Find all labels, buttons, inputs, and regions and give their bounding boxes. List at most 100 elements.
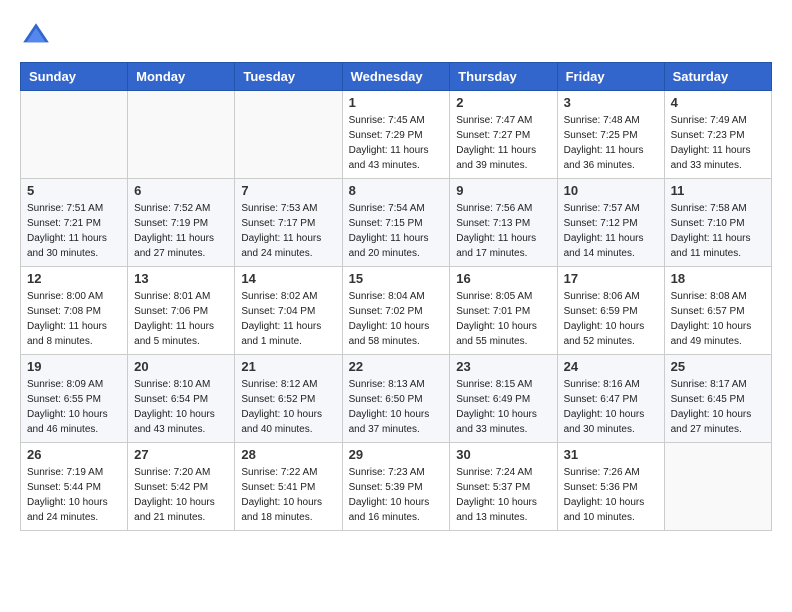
day-number: 26 (27, 447, 121, 462)
calendar-cell (664, 443, 771, 531)
calendar-cell: 10 Sunrise: 7:57 AM Sunset: 7:12 PM Dayli… (557, 179, 664, 267)
day-info: Sunrise: 8:02 AM Sunset: 7:04 PM Dayligh… (241, 289, 335, 349)
calendar-cell: 1 Sunrise: 7:45 AM Sunset: 7:29 PM Daylig… (342, 91, 450, 179)
calendar-body: 1 Sunrise: 7:45 AM Sunset: 7:29 PM Daylig… (21, 91, 772, 531)
day-info: Sunrise: 8:05 AM Sunset: 7:01 PM Dayligh… (456, 289, 550, 349)
day-info: Sunrise: 7:57 AM Sunset: 7:12 PM Dayligh… (564, 201, 658, 261)
logo-icon (20, 20, 52, 52)
day-info: Sunrise: 7:26 AM Sunset: 5:36 PM Dayligh… (564, 465, 658, 525)
day-number: 11 (671, 183, 765, 198)
day-number: 24 (564, 359, 658, 374)
calendar-cell: 13 Sunrise: 8:01 AM Sunset: 7:06 PM Dayli… (128, 267, 235, 355)
day-number: 23 (456, 359, 550, 374)
calendar-header-row: SundayMondayTuesdayWednesdayThursdayFrid… (21, 63, 772, 91)
day-number: 14 (241, 271, 335, 286)
day-info: Sunrise: 7:19 AM Sunset: 5:44 PM Dayligh… (27, 465, 121, 525)
calendar-week-row: 5 Sunrise: 7:51 AM Sunset: 7:21 PM Daylig… (21, 179, 772, 267)
day-number: 28 (241, 447, 335, 462)
day-number: 22 (349, 359, 444, 374)
day-info: Sunrise: 7:48 AM Sunset: 7:25 PM Dayligh… (564, 113, 658, 173)
calendar-cell: 17 Sunrise: 8:06 AM Sunset: 6:59 PM Dayli… (557, 267, 664, 355)
calendar-cell: 29Sunrise: 7:23 AM Sunset: 5:39 PM Dayli… (342, 443, 450, 531)
day-number: 16 (456, 271, 550, 286)
calendar-cell: 14 Sunrise: 8:02 AM Sunset: 7:04 PM Dayli… (235, 267, 342, 355)
page-header (20, 20, 772, 52)
day-info: Sunrise: 7:56 AM Sunset: 7:13 PM Dayligh… (456, 201, 550, 261)
day-number: 6 (134, 183, 228, 198)
calendar-cell (235, 91, 342, 179)
weekday-header: Monday (128, 63, 235, 91)
calendar-week-row: 1 Sunrise: 7:45 AM Sunset: 7:29 PM Daylig… (21, 91, 772, 179)
day-number: 27 (134, 447, 228, 462)
calendar-cell (21, 91, 128, 179)
day-info: Sunrise: 8:13 AM Sunset: 6:50 PM Dayligh… (349, 377, 444, 437)
day-info: Sunrise: 8:12 AM Sunset: 6:52 PM Dayligh… (241, 377, 335, 437)
day-info: Sunrise: 7:51 AM Sunset: 7:21 PM Dayligh… (27, 201, 121, 261)
calendar-cell: 4Sunrise: 7:49 AM Sunset: 7:23 PM Daylig… (664, 91, 771, 179)
calendar-cell (128, 91, 235, 179)
day-info: Sunrise: 8:16 AM Sunset: 6:47 PM Dayligh… (564, 377, 658, 437)
day-info: Sunrise: 7:49 AM Sunset: 7:23 PM Dayligh… (671, 113, 765, 173)
logo (20, 20, 56, 52)
calendar-cell: 25 Sunrise: 8:17 AM Sunset: 6:45 PM Dayli… (664, 355, 771, 443)
day-number: 17 (564, 271, 658, 286)
calendar-cell: 20 Sunrise: 8:10 AM Sunset: 6:54 PM Dayli… (128, 355, 235, 443)
day-info: Sunrise: 8:04 AM Sunset: 7:02 PM Dayligh… (349, 289, 444, 349)
day-info: Sunrise: 8:01 AM Sunset: 7:06 PM Dayligh… (134, 289, 228, 349)
calendar-cell: 28 Sunrise: 7:22 AM Sunset: 5:41 PM Dayli… (235, 443, 342, 531)
calendar-cell: 6 Sunrise: 7:52 AM Sunset: 7:19 PM Daylig… (128, 179, 235, 267)
calendar-cell: 12 Sunrise: 8:00 AM Sunset: 7:08 PM Dayli… (21, 267, 128, 355)
day-number: 25 (671, 359, 765, 374)
day-number: 31 (564, 447, 658, 462)
day-info: Sunrise: 8:17 AM Sunset: 6:45 PM Dayligh… (671, 377, 765, 437)
day-number: 8 (349, 183, 444, 198)
calendar-cell: 30Sunrise: 7:24 AM Sunset: 5:37 PM Dayli… (450, 443, 557, 531)
day-info: Sunrise: 7:53 AM Sunset: 7:17 PM Dayligh… (241, 201, 335, 261)
calendar-week-row: 19Sunrise: 8:09 AM Sunset: 6:55 PM Dayli… (21, 355, 772, 443)
day-number: 1 (349, 95, 444, 110)
calendar-week-row: 26 Sunrise: 7:19 AM Sunset: 5:44 PM Dayli… (21, 443, 772, 531)
calendar-cell: 9Sunrise: 7:56 AM Sunset: 7:13 PM Daylig… (450, 179, 557, 267)
day-number: 13 (134, 271, 228, 286)
calendar-cell: 26 Sunrise: 7:19 AM Sunset: 5:44 PM Dayli… (21, 443, 128, 531)
weekday-header: Sunday (21, 63, 128, 91)
calendar-cell: 18Sunrise: 8:08 AM Sunset: 6:57 PM Dayli… (664, 267, 771, 355)
day-info: Sunrise: 7:23 AM Sunset: 5:39 PM Dayligh… (349, 465, 444, 525)
calendar-cell: 5 Sunrise: 7:51 AM Sunset: 7:21 PM Daylig… (21, 179, 128, 267)
day-info: Sunrise: 8:15 AM Sunset: 6:49 PM Dayligh… (456, 377, 550, 437)
day-number: 12 (27, 271, 121, 286)
day-info: Sunrise: 7:22 AM Sunset: 5:41 PM Dayligh… (241, 465, 335, 525)
calendar-cell: 7 Sunrise: 7:53 AM Sunset: 7:17 PM Daylig… (235, 179, 342, 267)
day-number: 3 (564, 95, 658, 110)
calendar-cell: 3 Sunrise: 7:48 AM Sunset: 7:25 PM Daylig… (557, 91, 664, 179)
day-info: Sunrise: 8:06 AM Sunset: 6:59 PM Dayligh… (564, 289, 658, 349)
day-number: 30 (456, 447, 550, 462)
day-number: 20 (134, 359, 228, 374)
calendar-cell: 19Sunrise: 8:09 AM Sunset: 6:55 PM Dayli… (21, 355, 128, 443)
weekday-header: Thursday (450, 63, 557, 91)
calendar-cell: 11Sunrise: 7:58 AM Sunset: 7:10 PM Dayli… (664, 179, 771, 267)
calendar-cell: 16 Sunrise: 8:05 AM Sunset: 7:01 PM Dayli… (450, 267, 557, 355)
calendar-cell: 23 Sunrise: 8:15 AM Sunset: 6:49 PM Dayli… (450, 355, 557, 443)
calendar-cell: 24 Sunrise: 8:16 AM Sunset: 6:47 PM Dayli… (557, 355, 664, 443)
calendar-week-row: 12 Sunrise: 8:00 AM Sunset: 7:08 PM Dayli… (21, 267, 772, 355)
day-info: Sunrise: 7:47 AM Sunset: 7:27 PM Dayligh… (456, 113, 550, 173)
calendar-cell: 2Sunrise: 7:47 AM Sunset: 7:27 PM Daylig… (450, 91, 557, 179)
day-number: 7 (241, 183, 335, 198)
weekday-header: Tuesday (235, 63, 342, 91)
day-number: 5 (27, 183, 121, 198)
day-info: Sunrise: 8:10 AM Sunset: 6:54 PM Dayligh… (134, 377, 228, 437)
calendar-cell: 15 Sunrise: 8:04 AM Sunset: 7:02 PM Dayli… (342, 267, 450, 355)
day-info: Sunrise: 7:54 AM Sunset: 7:15 PM Dayligh… (349, 201, 444, 261)
day-info: Sunrise: 8:00 AM Sunset: 7:08 PM Dayligh… (27, 289, 121, 349)
day-number: 15 (349, 271, 444, 286)
day-number: 10 (564, 183, 658, 198)
day-number: 21 (241, 359, 335, 374)
calendar: SundayMondayTuesdayWednesdayThursdayFrid… (20, 62, 772, 531)
day-info: Sunrise: 7:52 AM Sunset: 7:19 PM Dayligh… (134, 201, 228, 261)
day-info: Sunrise: 8:09 AM Sunset: 6:55 PM Dayligh… (27, 377, 121, 437)
calendar-cell: 22 Sunrise: 8:13 AM Sunset: 6:50 PM Dayli… (342, 355, 450, 443)
calendar-cell: 8 Sunrise: 7:54 AM Sunset: 7:15 PM Daylig… (342, 179, 450, 267)
day-info: Sunrise: 7:45 AM Sunset: 7:29 PM Dayligh… (349, 113, 444, 173)
weekday-header: Friday (557, 63, 664, 91)
